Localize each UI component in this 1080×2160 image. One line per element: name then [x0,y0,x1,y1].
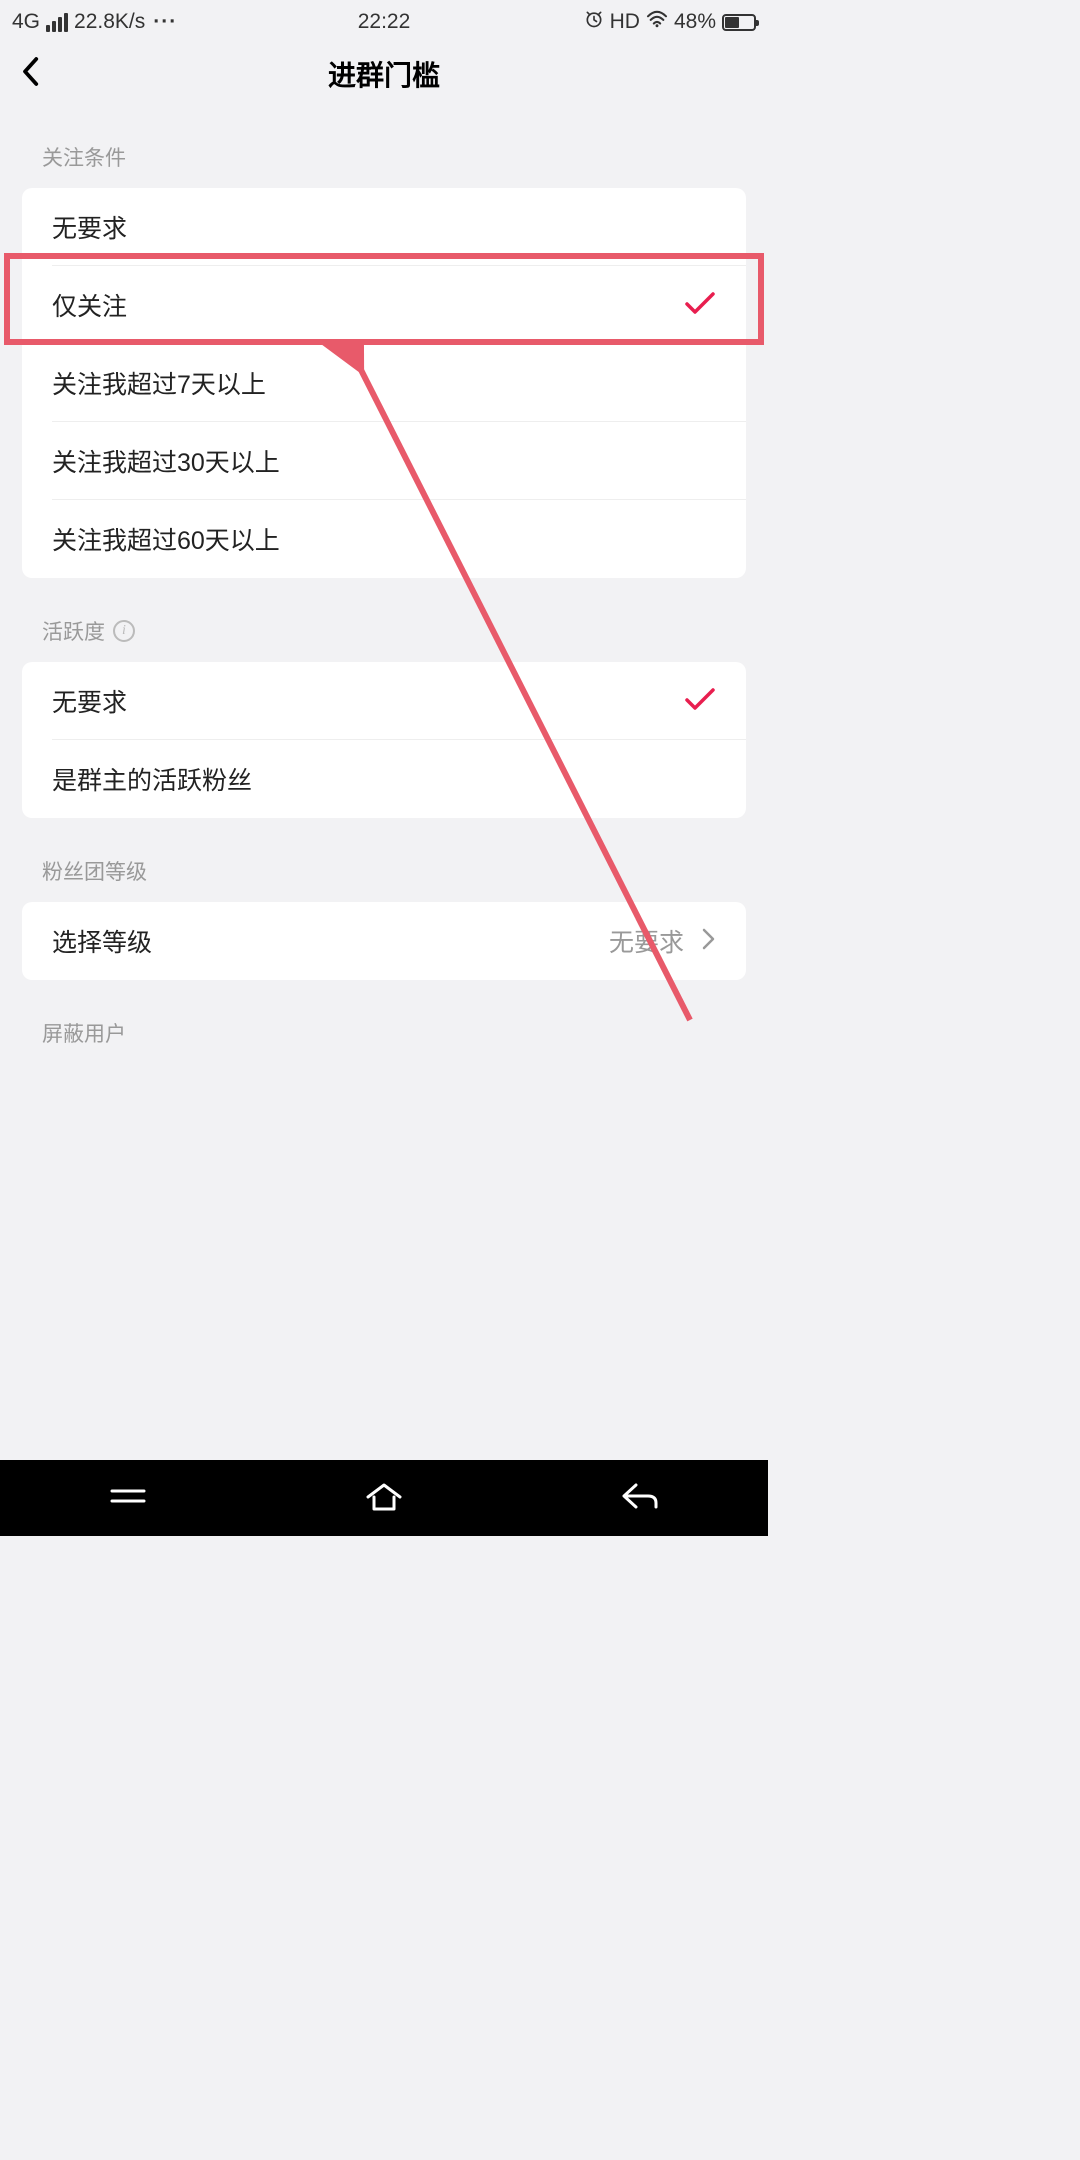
status-right: HD 48% [584,9,756,35]
option-follow-30days[interactable]: 关注我超过30天以上 [22,422,746,500]
info-icon[interactable]: i [113,620,135,642]
option-label: 是群主的活跃粉丝 [52,761,252,797]
section-title-activity: 活跃度 [42,616,105,646]
section-title-follow: 关注条件 [42,142,126,172]
page-title: 进群门槛 [328,54,440,94]
status-bar: 4G 22.8K/s ··· 22:22 HD 48% [0,0,768,44]
option-label: 关注我超过60天以上 [52,521,280,557]
card-fanclub: 选择等级 无要求 [22,902,746,980]
network-speed: 22.8K/s [74,10,145,34]
chevron-right-icon [702,928,716,955]
signal-icon [46,13,68,32]
option-label: 关注我超过30天以上 [52,443,280,479]
card-activity: 无要求 是群主的活跃粉丝 [22,662,746,818]
status-time: 22:22 [358,10,411,34]
battery-icon [722,14,756,31]
option-no-requirement[interactable]: 无要求 [22,188,746,266]
check-icon [684,686,716,717]
back-button[interactable] [20,57,40,92]
option-activity-none[interactable]: 无要求 [22,662,746,740]
more-dots: ··· [153,10,177,34]
section-header-follow: 关注条件 [0,104,768,188]
alarm-icon [584,9,604,35]
check-icon [684,290,716,321]
option-follow-7days[interactable]: 关注我超过7天以上 [22,344,746,422]
section-header-fanclub: 粉丝团等级 [0,818,768,902]
option-label: 无要求 [52,683,127,719]
option-value: 无要求 [609,923,684,959]
page-header: 进群门槛 [0,44,768,104]
option-follow-only[interactable]: 仅关注 [22,266,746,344]
option-label: 关注我超过7天以上 [52,365,266,401]
nav-home-button[interactable] [362,1479,406,1518]
option-label: 无要求 [52,209,127,245]
section-title-fanclub: 粉丝团等级 [42,856,147,886]
option-label: 选择等级 [52,923,152,959]
status-left: 4G 22.8K/s ··· [12,10,177,34]
option-label: 仅关注 [52,287,127,323]
nav-back-button[interactable] [618,1479,662,1518]
battery-percent: 48% [674,10,716,34]
option-activity-active-fan[interactable]: 是群主的活跃粉丝 [22,740,746,818]
section-title-block: 屏蔽用户 [42,1018,126,1048]
option-fanclub-level[interactable]: 选择等级 无要求 [22,902,746,980]
option-follow-60days[interactable]: 关注我超过60天以上 [22,500,746,578]
hd-label: HD [610,10,640,34]
wifi-icon [646,10,668,34]
section-header-activity: 活跃度 i [0,578,768,662]
system-nav-bar [0,1460,768,1536]
network-type: 4G [12,10,40,34]
card-follow: 无要求 仅关注 关注我超过7天以上 关注我超过30天以上 关注我超过60天以上 [22,188,746,578]
nav-recent-button[interactable] [106,1481,150,1516]
section-header-block: 屏蔽用户 [0,980,768,1064]
